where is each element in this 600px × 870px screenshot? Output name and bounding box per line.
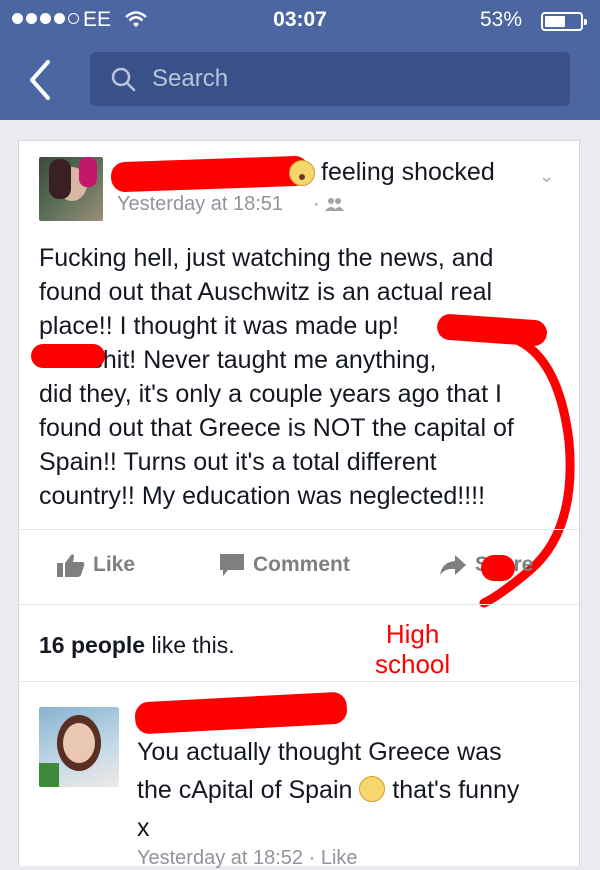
battery-icon <box>541 12 587 31</box>
post-timestamp[interactable]: Yesterday at 18:51 <box>117 193 283 216</box>
likes-count: 16 people <box>39 632 146 658</box>
like-label: Like <box>93 553 136 576</box>
red-scribble <box>481 555 515 581</box>
laughing-emoji-icon <box>359 776 386 802</box>
comment-button[interactable]: Comment <box>219 553 350 577</box>
redacted-name <box>110 155 310 193</box>
thumbs-up-icon <box>57 554 85 577</box>
handwritten-annotation: High school <box>375 619 450 679</box>
share-arrow-icon <box>440 555 466 575</box>
like-button[interactable]: Like <box>57 553 135 577</box>
likes-suffix: like this. <box>145 632 235 658</box>
separator-dot: · <box>313 193 320 215</box>
avatar[interactable] <box>39 157 103 221</box>
comment-body: You actually thought Greece was the cApi… <box>137 733 567 847</box>
annotation-line-1: High <box>385 619 440 649</box>
redacted-commenter-name <box>134 691 348 735</box>
chevron-down-icon[interactable]: ⌄ <box>539 166 554 187</box>
divider <box>19 681 579 682</box>
battery-percentage: 53% <box>480 8 523 31</box>
navigation-bar: EE 03:07 53% Search <box>0 0 600 120</box>
commenter-avatar[interactable] <box>39 707 119 787</box>
shocked-emoji-icon <box>289 160 315 186</box>
friends-audience-icon <box>325 198 344 211</box>
red-annotation-arrow <box>479 336 575 608</box>
post-card: feeling shocked ⌄ Yesterday at 18:51 · F… <box>18 140 580 869</box>
comment-label: Comment <box>253 553 350 576</box>
comment-icon <box>220 554 244 576</box>
redacted-school-name <box>31 344 105 368</box>
feeling-status: feeling shocked <box>321 158 495 186</box>
annotation-line-2: school <box>375 649 451 679</box>
search-input[interactable]: Search <box>90 52 570 106</box>
back-arrow-icon[interactable] <box>28 60 52 100</box>
likes-summary[interactable]: 16 people like this. <box>39 632 235 659</box>
search-placeholder: Search <box>152 65 229 92</box>
comment-meta[interactable]: Yesterday at 18:52 · Like <box>137 847 358 870</box>
search-icon <box>111 67 136 92</box>
divider <box>19 529 579 530</box>
status-bar: EE 03:07 53% <box>0 0 600 40</box>
divider <box>19 604 579 605</box>
